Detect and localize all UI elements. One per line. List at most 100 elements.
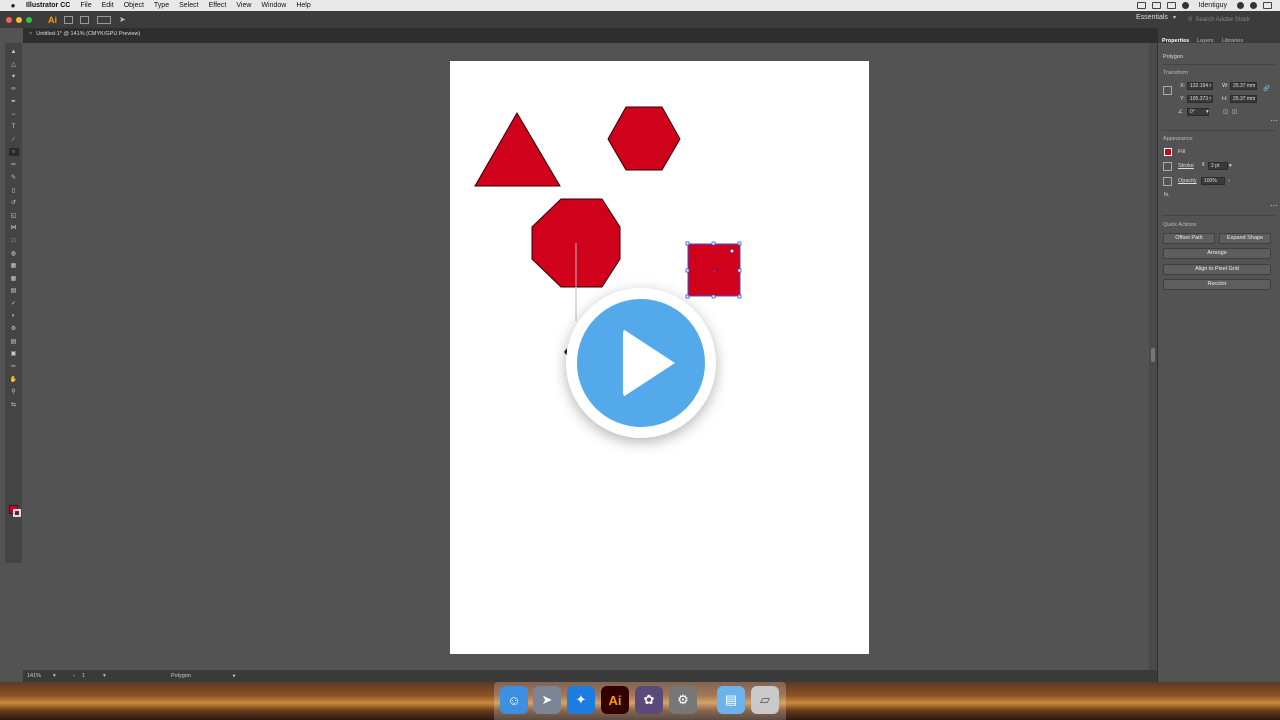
rotate-tool-icon[interactable]: ↺ [9, 199, 19, 207]
stroke-stepper-icon[interactable]: ⇕ [1201, 162, 1206, 168]
hand-tool-icon[interactable]: ✋ [9, 375, 19, 383]
status-menu-icon[interactable]: ▸ [233, 673, 236, 679]
menu-app-name[interactable]: Illustrator CC [26, 2, 70, 9]
artboard-tool-icon[interactable]: ▣ [9, 350, 19, 358]
menu-view[interactable]: View [236, 2, 251, 9]
system-preferences-icon[interactable]: ⚙ [669, 686, 697, 714]
tab-layers[interactable]: Layers [1197, 38, 1214, 44]
tab-properties[interactable]: Properties [1162, 38, 1189, 44]
send-icon[interactable]: ➤ [119, 15, 126, 24]
constrain-proportions-icon[interactable]: 🔗 [1263, 86, 1270, 92]
finder-icon[interactable]: ☺ [500, 686, 528, 714]
free-transform-tool-icon[interactable]: □ [9, 237, 19, 245]
zoom-level[interactable]: 141% [27, 673, 41, 679]
arrange-button[interactable]: Arrange [1163, 248, 1271, 259]
eraser-tool-icon[interactable]: ▯ [9, 186, 19, 194]
paintbrush-tool-icon[interactable]: ✑ [9, 161, 19, 169]
offset-path-button[interactable]: Offset Path [1163, 233, 1215, 244]
selection-handle-br[interactable] [737, 294, 742, 299]
height-field[interactable]: 25.37 mm [1230, 95, 1257, 103]
width-field[interactable]: 25.37 mm [1230, 82, 1257, 90]
blend-tool-icon[interactable]: ◐ [9, 312, 19, 320]
tab-libraries[interactable]: Libraries [1222, 38, 1243, 44]
opacity-arrow-icon[interactable]: › [1228, 178, 1230, 184]
selection-handle-tr[interactable] [737, 241, 742, 246]
artboard-number[interactable]: 1 [82, 673, 85, 679]
photos-app-icon[interactable]: ✿ [635, 686, 663, 714]
downloads-folder-icon[interactable]: ▤ [717, 686, 745, 714]
mesh-tool-icon[interactable]: ▦ [9, 274, 19, 282]
symbol-sprayer-tool-icon[interactable]: ⚙ [9, 325, 19, 333]
battery-icon[interactable] [1166, 2, 1176, 9]
shaper-tool-icon[interactable]: ✎ [9, 174, 19, 182]
shape-tool-icon[interactable]: ○ [8, 148, 19, 157]
triangle-shape[interactable] [474, 112, 561, 187]
selection-handle-tm[interactable] [711, 241, 716, 246]
canvas-vertical-scrollbar[interactable] [1149, 43, 1157, 670]
zoom-dropdown-icon[interactable]: ▾ [53, 673, 56, 679]
zoom-window-icon[interactable] [26, 16, 32, 23]
selection-handle-mr[interactable] [737, 268, 742, 273]
spotlight-icon[interactable] [1237, 2, 1244, 9]
lasso-tool-icon[interactable]: ∞ [9, 85, 19, 93]
notifications-icon[interactable] [1263, 2, 1272, 9]
curvature-tool-icon[interactable]: ∽ [9, 111, 19, 119]
shape-builder-tool-icon[interactable]: ◍ [9, 249, 19, 257]
apple-icon[interactable]: ● [8, 1, 18, 10]
recolor-button[interactable]: Recolor [1163, 279, 1271, 290]
expand-shape-button[interactable]: Expand Shape [1219, 233, 1271, 244]
perspective-tool-icon[interactable]: ▦ [9, 262, 19, 270]
document-tab[interactable]: × Untitled-1* @ 141% (CMYK/GPU Preview) [29, 31, 140, 37]
chevron-down-icon[interactable]: ▾ [1173, 14, 1176, 21]
x-position-field[interactable]: 132.194 r [1187, 82, 1213, 90]
appearance-more-options-icon[interactable]: ⋯ [1270, 201, 1278, 210]
menu-file[interactable]: File [80, 2, 91, 9]
selection-handle-bl[interactable] [685, 294, 690, 299]
selection-handle-ml[interactable] [685, 268, 690, 273]
bridge-icon[interactable] [64, 15, 73, 24]
magic-wand-tool-icon[interactable]: ✦ [9, 73, 19, 81]
wifi-icon[interactable] [1181, 2, 1189, 9]
canvas-area[interactable] [23, 43, 1149, 670]
selection-handle-tl[interactable] [685, 241, 690, 246]
transform-more-options-icon[interactable]: ⋯ [1270, 116, 1278, 125]
align-to-pixel-grid-button[interactable]: Align to Pixel Grid [1163, 264, 1271, 275]
scale-tool-icon[interactable]: ◱ [9, 211, 19, 219]
stroke-weight-field[interactable]: 2 pt [1208, 162, 1228, 170]
safari-icon[interactable]: ✦ [567, 686, 595, 714]
fill-color-chip[interactable] [1164, 148, 1172, 156]
siri-icon[interactable] [1250, 2, 1257, 9]
menu-effect[interactable]: Effect [209, 2, 227, 9]
scrollbar-thumb[interactable] [1151, 348, 1155, 362]
direct-selection-tool-icon[interactable]: △ [9, 60, 19, 68]
launchpad-icon[interactable]: ➤ [533, 686, 561, 714]
stock-search[interactable]: ⚲ Search Adobe Stock [1188, 14, 1274, 25]
line-tool-icon[interactable]: ∕ [9, 136, 19, 144]
opacity-label[interactable]: Opacity [1178, 178, 1197, 184]
type-tool-icon[interactable]: T [9, 123, 19, 131]
menu-select[interactable]: Select [179, 2, 198, 9]
slice-tool-icon[interactable]: ✂ [9, 362, 19, 370]
menu-window[interactable]: Window [261, 2, 286, 9]
corner-widget[interactable] [730, 249, 734, 253]
stock-icon[interactable] [80, 15, 89, 24]
selection-tool-icon[interactable]: ▲ [9, 48, 19, 56]
menu-object[interactable]: Object [124, 2, 144, 9]
menubar-user[interactable]: Identiguy [1199, 2, 1227, 9]
stroke-label[interactable]: Stroke [1178, 163, 1194, 169]
stroke-color-icon[interactable] [1163, 162, 1172, 171]
menu-edit[interactable]: Edit [102, 2, 114, 9]
flip-vertical-icon[interactable]: ◫ [1232, 109, 1237, 115]
fill-stroke-swap-icon[interactable]: ⇆ [9, 400, 19, 408]
video-play-button[interactable] [566, 288, 716, 438]
pen-tool-icon[interactable]: ✒ [9, 98, 19, 106]
flip-horizontal-icon[interactable]: ◫ [1223, 109, 1228, 115]
selection-handle-bm[interactable] [711, 294, 716, 299]
stroke-color-swatch[interactable] [13, 509, 21, 517]
hexagon-shape[interactable] [607, 106, 681, 171]
zoom-tool-icon[interactable]: ⚲ [9, 388, 19, 396]
y-position-field[interactable]: 105.373 r [1187, 95, 1213, 103]
artboard-dropdown-icon[interactable]: ▾ [103, 673, 106, 679]
effects-button[interactable]: fx. [1164, 192, 1170, 198]
illustrator-dock-icon[interactable]: Ai [601, 686, 629, 714]
